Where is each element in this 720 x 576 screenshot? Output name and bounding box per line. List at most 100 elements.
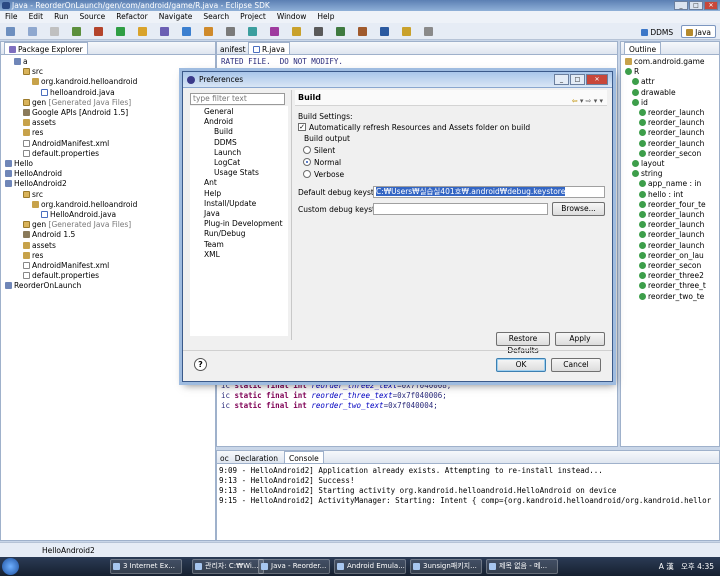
tab-declaration[interactable]: Declaration xyxy=(235,454,278,463)
ime-indicator[interactable]: A 漢 xyxy=(659,562,674,571)
tree-item[interactable]: reorder_launch xyxy=(621,128,719,138)
tree-item[interactable]: reorder_launch xyxy=(621,210,719,220)
maximize-button[interactable]: □ xyxy=(689,1,703,10)
restore-defaults-button[interactable]: Restore Defaults xyxy=(496,332,550,355)
menu-search[interactable]: Search xyxy=(203,11,229,23)
nav-item-xml[interactable]: XML xyxy=(204,250,288,260)
taskbar-item[interactable]: 3 Internet Ex... xyxy=(110,559,182,574)
auto-refresh-checkbox[interactable]: ✓ xyxy=(298,123,306,131)
toolbar-icon-4[interactable] xyxy=(72,27,81,36)
menu-window[interactable]: Window xyxy=(277,11,307,23)
silent-radio[interactable] xyxy=(303,146,311,154)
toolbar-icon-16[interactable] xyxy=(336,27,345,36)
taskbar-item[interactable]: Java - Reorder... xyxy=(258,559,330,574)
toolbar-icon-8[interactable] xyxy=(160,27,169,36)
nav-item-logcat[interactable]: LogCat xyxy=(204,158,288,168)
nav-item-install-update[interactable]: Install/Update xyxy=(204,199,288,209)
normal-label[interactable]: Normal xyxy=(314,158,341,167)
tree-item[interactable]: R xyxy=(621,67,719,77)
tree-item[interactable]: reorder_launch xyxy=(621,139,719,149)
browse-button[interactable]: Browse... xyxy=(552,202,605,216)
tree-item[interactable]: com.android.game xyxy=(621,57,719,67)
tab-package-explorer[interactable]: Package Explorer xyxy=(4,42,88,54)
taskbar-item[interactable]: Android Emula... xyxy=(334,559,406,574)
toolbar-icon-12[interactable] xyxy=(248,27,257,36)
tree-item[interactable]: reorder_four_te xyxy=(621,200,719,210)
default-keystore-field[interactable]: C:₩Users₩실습실401호₩.android₩debug.keystore xyxy=(373,186,605,198)
toolbar-icon-9[interactable] xyxy=(182,27,191,36)
toolbar-icon-19[interactable] xyxy=(402,27,411,36)
nav-item-ant[interactable]: Ant xyxy=(204,178,288,188)
toolbar-icon-14[interactable] xyxy=(292,27,301,36)
menu-refactor[interactable]: Refactor xyxy=(116,11,147,23)
menu-run[interactable]: Run xyxy=(54,11,68,23)
menu-navigate[interactable]: Navigate xyxy=(159,11,193,23)
dialog-maximize-button[interactable]: □ xyxy=(570,74,585,85)
tree-item[interactable]: reorder_two_te xyxy=(621,292,719,302)
tree-item[interactable]: hello : int xyxy=(621,190,719,200)
toolbar-icon-18[interactable] xyxy=(380,27,389,36)
tree-item[interactable]: reorder_three2 xyxy=(621,271,719,281)
tree-item[interactable]: attr xyxy=(621,77,719,87)
nav-item-team[interactable]: Team xyxy=(204,240,288,250)
toolbar-icon-20[interactable] xyxy=(424,27,433,36)
toolbar-icon-1[interactable] xyxy=(6,27,15,36)
tree-item[interactable]: reorder_on_lau xyxy=(621,251,719,261)
tree-item[interactable]: reorder_secon xyxy=(621,149,719,159)
tree-item[interactable]: a xyxy=(1,57,215,67)
close-button[interactable]: ✕ xyxy=(704,1,718,10)
tree-item[interactable]: reorder_launch xyxy=(621,230,719,240)
menu-file[interactable]: File xyxy=(5,11,18,23)
tree-item[interactable]: reorder_launch xyxy=(621,241,719,251)
custom-keystore-field[interactable] xyxy=(373,203,548,215)
dialog-close-button[interactable]: ✕ xyxy=(586,74,608,85)
tree-item[interactable]: reorder_launch xyxy=(621,220,719,230)
nav-item-run-debug[interactable]: Run/Debug xyxy=(204,229,288,239)
tab-console[interactable]: Console xyxy=(283,451,324,463)
perspective-ddms-button[interactable]: DDMS xyxy=(636,25,678,38)
nav-item-general[interactable]: General xyxy=(204,107,288,117)
dialog-minimize-button[interactable]: _ xyxy=(554,74,569,85)
nav-item-ddms[interactable]: DDMS xyxy=(204,138,288,148)
taskbar-item[interactable]: 3unsign패키지... xyxy=(410,559,482,574)
tree-item[interactable]: app_name : in xyxy=(621,179,719,189)
minimize-button[interactable]: _ xyxy=(674,1,688,10)
normal-radio[interactable] xyxy=(303,158,311,166)
verbose-radio[interactable] xyxy=(303,170,311,178)
auto-refresh-label[interactable]: Automatically refresh Resources and Asse… xyxy=(309,123,530,132)
taskbar-item[interactable]: 제목 없음 - 메... xyxy=(486,559,558,574)
ok-button[interactable]: OK xyxy=(496,358,546,372)
taskbar-item[interactable]: 관리자: C:₩Wi... xyxy=(192,559,264,574)
menu-project[interactable]: Project xyxy=(240,11,266,23)
nav-item-build[interactable]: Build xyxy=(204,127,288,137)
toolbar-icon-3[interactable] xyxy=(50,27,59,36)
tree-item[interactable]: id xyxy=(621,98,719,108)
tree-item[interactable]: reorder_launch xyxy=(621,118,719,128)
toolbar-icon-17[interactable] xyxy=(358,27,367,36)
nav-item-launch[interactable]: Launch xyxy=(204,148,288,158)
forward-arrow-icon[interactable]: ⇨ xyxy=(586,97,592,105)
toolbar-icon-13[interactable] xyxy=(270,27,279,36)
tree-item[interactable]: layout xyxy=(621,159,719,169)
start-button[interactable] xyxy=(2,558,19,575)
tab-oc[interactable]: oc xyxy=(220,454,229,463)
menu-help[interactable]: Help xyxy=(317,11,334,23)
nav-item-java[interactable]: Java xyxy=(204,209,288,219)
toolbar-icon-2[interactable] xyxy=(28,27,37,36)
perspective-java-button[interactable]: Java xyxy=(681,25,716,38)
tree-item[interactable]: drawable xyxy=(621,88,719,98)
toolbar-icon-5[interactable] xyxy=(94,27,103,36)
help-icon[interactable]: ? xyxy=(194,358,207,371)
tab-outline[interactable]: Outline xyxy=(624,42,662,54)
tree-item[interactable]: reorder_secon xyxy=(621,261,719,271)
tab-r-java[interactable]: R.java xyxy=(247,42,290,54)
filter-input[interactable]: type filter text xyxy=(190,93,285,105)
apply-button[interactable]: Apply xyxy=(555,332,605,346)
toolbar-icon-15[interactable] xyxy=(314,27,323,36)
silent-label[interactable]: Silent xyxy=(314,146,335,155)
nav-item-help[interactable]: Help xyxy=(204,189,288,199)
nav-item-android[interactable]: Android xyxy=(204,117,288,127)
menu-edit[interactable]: Edit xyxy=(29,11,44,23)
back-arrow-icon[interactable]: ⇦ xyxy=(572,97,578,105)
tree-item[interactable]: string xyxy=(621,169,719,179)
